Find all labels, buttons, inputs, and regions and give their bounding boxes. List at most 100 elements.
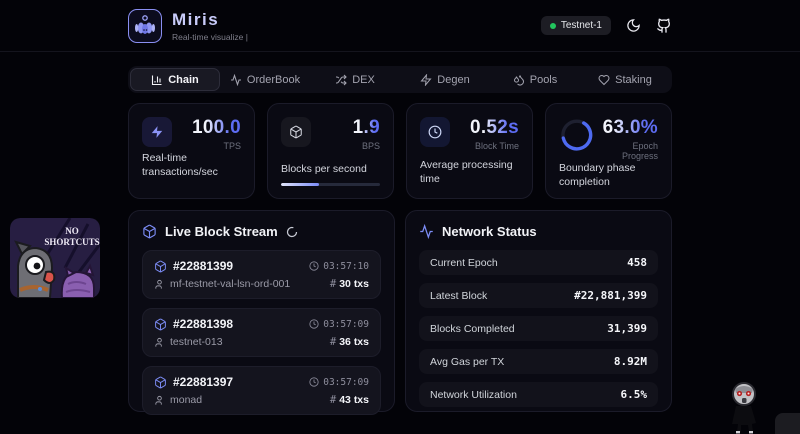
creature-logo-icon — [133, 14, 157, 38]
block-time-value: 0.52s — [470, 117, 519, 139]
block-number: #22881398 — [173, 317, 233, 331]
block-time-unit: Block Time — [470, 141, 519, 151]
page-title: Miris — [172, 10, 248, 30]
tab-bar: Chain OrderBook DEX Degen — [128, 66, 672, 93]
clock-icon — [309, 377, 319, 387]
block-entry[interactable]: #22881399 03:57:10 — [142, 250, 381, 299]
stat-card-epoch: 63.0% Epoch Progress Boundary phase comp… — [545, 103, 672, 199]
character-illustration — [732, 383, 756, 433]
zap-icon — [142, 117, 172, 147]
row-label: Blocks Completed — [430, 323, 515, 335]
clock-icon — [309, 319, 319, 329]
clock-icon — [420, 117, 450, 147]
github-icon — [656, 18, 672, 34]
moon-icon — [626, 18, 641, 33]
row-value: 8.92M — [614, 355, 647, 368]
block-time: 03:57:09 — [323, 377, 369, 388]
block-time: 03:57:09 — [323, 319, 369, 330]
hash-icon: # — [330, 278, 336, 290]
network-badge-label: Testnet-1 — [561, 20, 602, 31]
stat-card-tps: 100.0 TPS Real-time transactions/sec — [128, 103, 255, 199]
network-badge[interactable]: Testnet-1 — [541, 16, 611, 35]
tab-staking[interactable]: Staking — [580, 68, 670, 91]
row-label: Network Utilization — [430, 389, 517, 401]
network-status-row: Avg Gas per TX 8.92M — [419, 349, 658, 374]
stat-card-bps: 1.9 BPS Blocks per second — [267, 103, 394, 199]
bar-chart-icon — [151, 74, 163, 86]
tab-orderbook-label: OrderBook — [247, 74, 300, 86]
block-time: 03:57:10 — [323, 261, 369, 272]
no-shortcuts-sticker: NO SHORTCUTS — [10, 218, 100, 298]
tab-chain-label: Chain — [168, 74, 199, 86]
epoch-value: 63.0% — [595, 117, 658, 139]
live-block-stream-panel: Live Block Stream #22881399 — [128, 210, 395, 412]
network-status-title: Network Status — [442, 224, 537, 239]
github-button[interactable] — [656, 18, 672, 34]
block-txs: 43 txs — [339, 394, 369, 406]
row-label: Latest Block — [430, 290, 487, 302]
network-status-row: Network Utilization 6.5% — [419, 382, 658, 407]
tab-pools[interactable]: Pools — [490, 68, 580, 91]
tps-unit: TPS — [192, 141, 241, 151]
tab-dex-label: DEX — [352, 74, 375, 86]
block-time-caption: Average processing time — [420, 158, 519, 186]
bps-progress-track — [281, 183, 380, 186]
user-icon — [154, 279, 165, 290]
block-txs: 36 txs — [339, 336, 369, 348]
network-status-panel: Network Status Current Epoch 458 Latest … — [405, 210, 672, 412]
tab-staking-label: Staking — [615, 74, 652, 86]
cube-icon — [281, 117, 311, 147]
row-label: Current Epoch — [430, 257, 498, 269]
cube-icon — [154, 260, 167, 273]
cube-icon — [154, 376, 167, 389]
tab-degen[interactable]: Degen — [400, 68, 490, 91]
tab-dex[interactable]: DEX — [310, 68, 400, 91]
tab-chain[interactable]: Chain — [130, 68, 220, 91]
user-icon — [154, 395, 165, 406]
block-validator: monad — [170, 394, 202, 406]
tab-degen-label: Degen — [437, 74, 469, 86]
row-value: 31,399 — [607, 322, 647, 335]
hash-icon: # — [330, 336, 336, 348]
cube-icon — [142, 224, 157, 239]
block-entry[interactable]: #22881398 03:57:09 — [142, 308, 381, 357]
block-stream-title: Live Block Stream — [165, 224, 278, 239]
shuffle-icon — [335, 74, 347, 86]
sticker-text-line1: NO — [65, 226, 79, 236]
app-logo — [128, 9, 162, 43]
app-header: Miris Real-time visualize | Testnet-1 — [0, 0, 800, 52]
corner-widget-fragment — [775, 413, 800, 434]
bps-unit: BPS — [353, 141, 380, 151]
sticker-text-line2: SHORTCUTS — [44, 237, 99, 247]
bps-caption: Blocks per second — [281, 162, 380, 176]
block-validator: testnet-013 — [170, 336, 223, 348]
progress-ring — [559, 117, 595, 153]
bps-value: 1.9 — [353, 117, 380, 139]
network-status-row: Latest Block #22,881,399 — [419, 283, 658, 308]
cube-icon — [154, 318, 167, 331]
stat-card-block-time: 0.52s Block Time Average processing time — [406, 103, 533, 199]
row-value: 6.5% — [621, 388, 648, 401]
activity-icon — [419, 224, 434, 239]
block-number: #22881399 — [173, 259, 233, 273]
droplets-icon — [513, 74, 525, 86]
bps-progress-fill — [281, 183, 319, 186]
theme-toggle-button[interactable] — [626, 18, 641, 33]
block-entry[interactable]: #22881397 03:57:09 — [142, 366, 381, 415]
block-txs: 30 txs — [339, 278, 369, 290]
block-number: #22881397 — [173, 375, 233, 389]
zap-icon — [420, 74, 432, 86]
epoch-unit: Epoch Progress — [595, 141, 658, 161]
clock-icon — [309, 261, 319, 271]
tps-caption: Real-time transactions/sec — [142, 151, 241, 179]
page-subtitle: Real-time visualize | — [172, 32, 248, 42]
status-dot — [550, 23, 556, 29]
heart-icon — [598, 74, 610, 86]
activity-icon — [230, 74, 242, 86]
row-value: 458 — [627, 256, 647, 269]
tab-orderbook[interactable]: OrderBook — [220, 68, 310, 91]
hash-icon: # — [330, 394, 336, 406]
epoch-caption: Boundary phase completion — [559, 161, 639, 189]
user-icon — [154, 337, 165, 348]
tab-pools-label: Pools — [530, 74, 558, 86]
